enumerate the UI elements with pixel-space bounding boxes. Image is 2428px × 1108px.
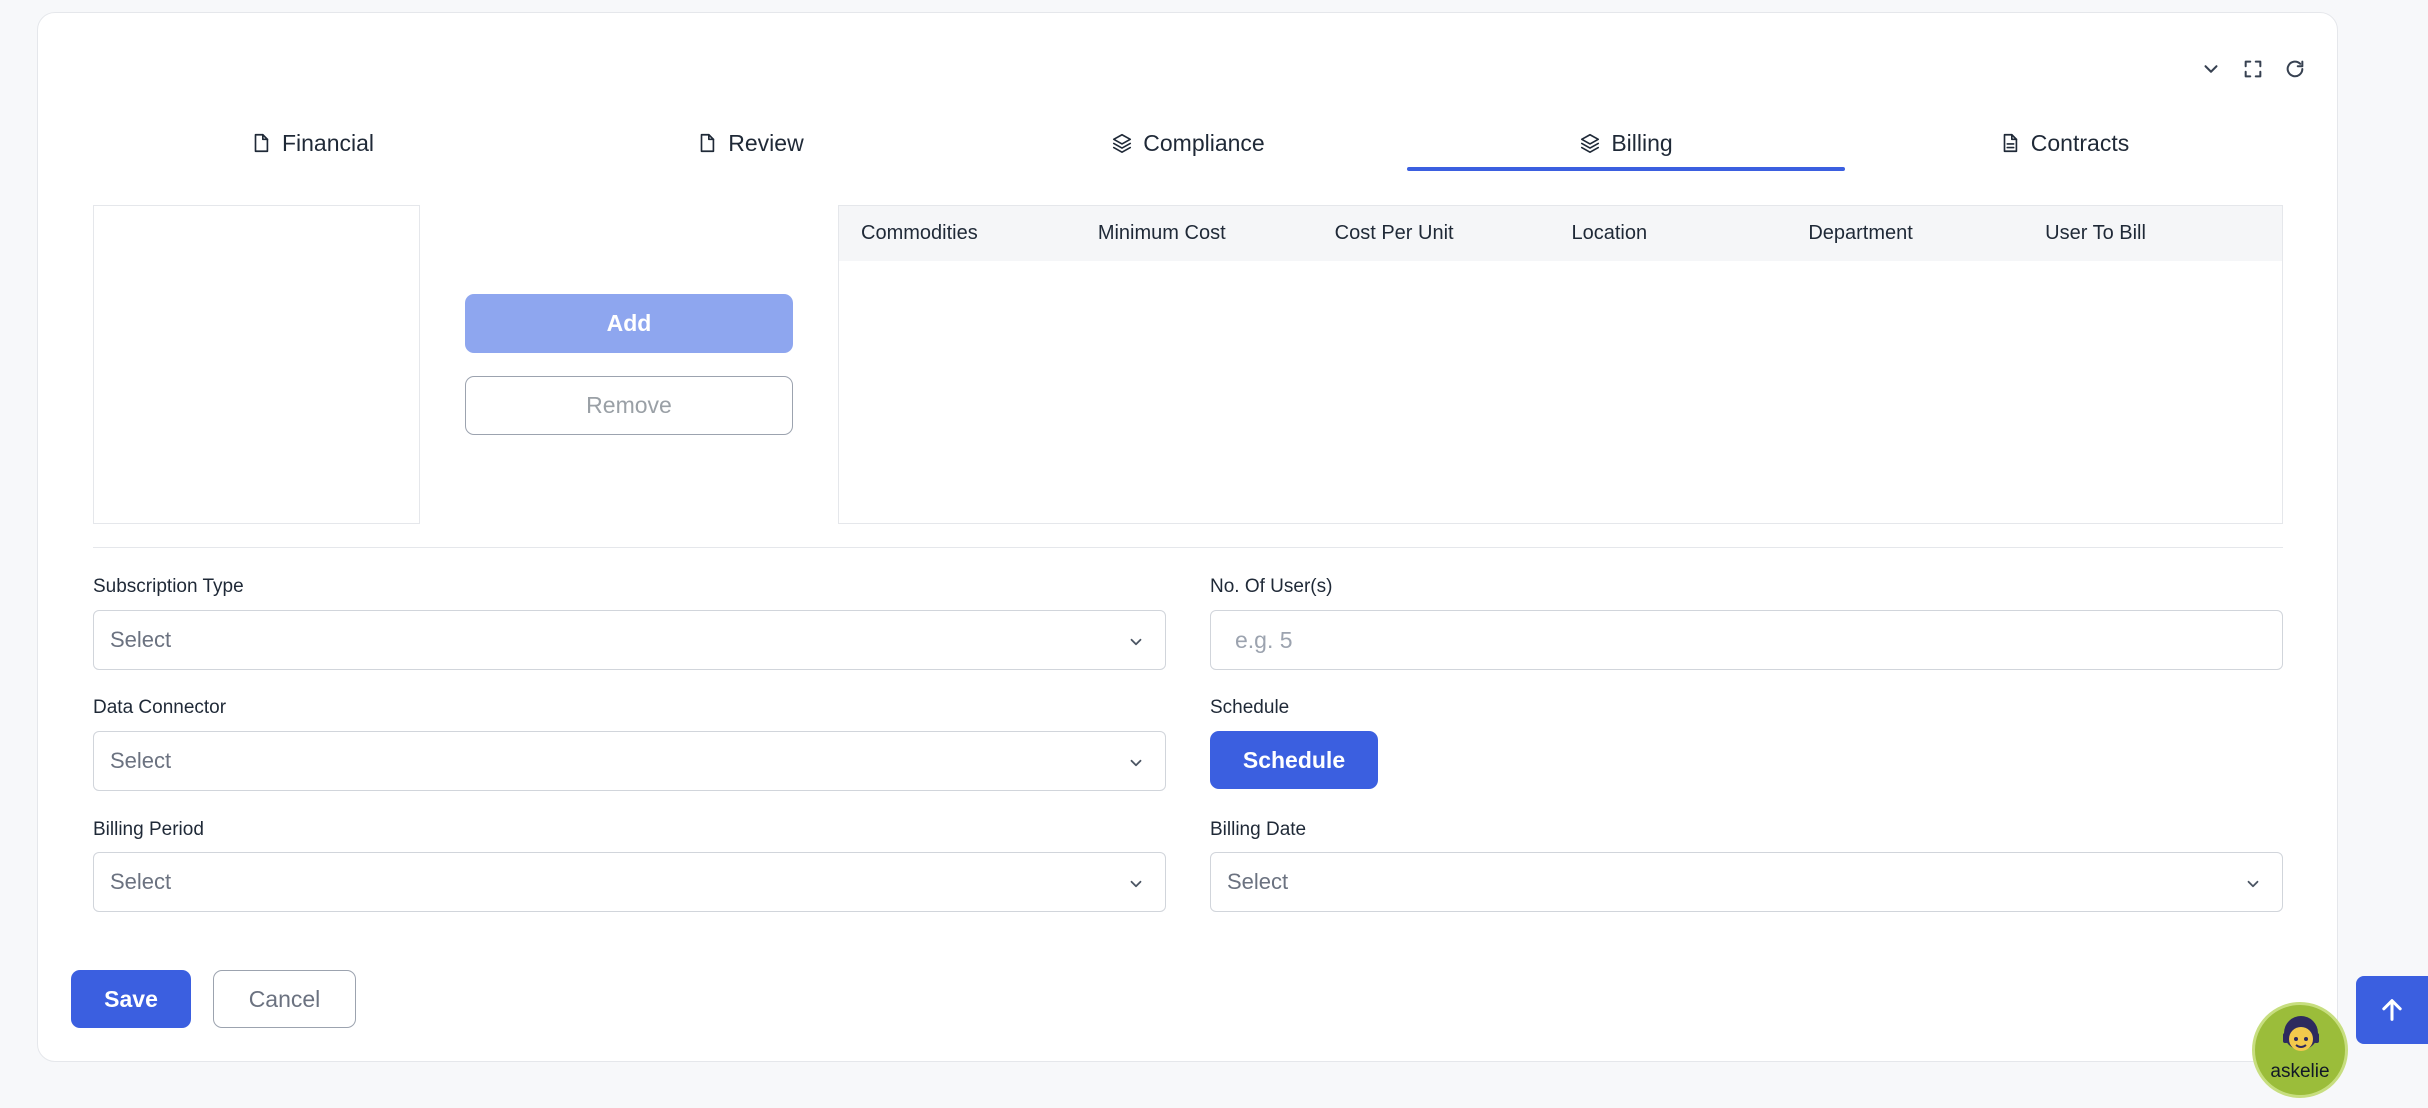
table-header: Commodities Minimum Cost Cost Per Unit L… (839, 206, 2282, 261)
tab-label: Compliance (1143, 129, 1265, 156)
column-header-minimum-cost: Minimum Cost (1097, 222, 1226, 244)
layers-icon (1581, 133, 1600, 153)
billing-date-select[interactable]: Select (1210, 852, 2283, 912)
arrow-up-icon (2382, 999, 2402, 1021)
tab-label: Review (728, 129, 804, 156)
chevron-down-icon (2244, 873, 2262, 891)
cancel-button[interactable]: Cancel (213, 970, 356, 1028)
available-items-list[interactable] (93, 205, 420, 524)
add-button[interactable]: Add (465, 294, 793, 353)
billing-period-value: Select (110, 869, 172, 894)
data-connector-label: Data Connector (93, 697, 227, 718)
tab-label: Financial (281, 129, 375, 156)
billing-period-select[interactable]: Select (93, 852, 1166, 912)
file-icon (700, 133, 715, 153)
tab-contracts[interactable]: Contracts (1845, 115, 2283, 171)
billing-date-label: Billing Date (1210, 819, 1307, 840)
section-divider (93, 547, 2283, 548)
subscription-type-label: Subscription Type (93, 576, 244, 597)
column-header-location: Location (1571, 222, 1648, 244)
billing-items-table: Commodities Minimum Cost Cost Per Unit L… (838, 205, 2283, 524)
subscription-type-value: Select (110, 627, 172, 652)
remove-button[interactable]: Remove (465, 376, 793, 435)
column-header-cost-per-unit: Cost Per Unit (1334, 222, 1454, 244)
assistant-chat-button[interactable]: askelie (2252, 1002, 2348, 1098)
document-text-icon (2003, 133, 2018, 153)
chevron-down-icon (1127, 873, 1145, 891)
tab-bar: Financial Review Compliance Billing Cont… (93, 115, 2285, 171)
data-connector-select[interactable]: Select (93, 731, 1166, 791)
tab-label: Billing (1611, 129, 1673, 156)
layers-icon (1113, 133, 1132, 153)
tab-billing[interactable]: Billing (1407, 115, 1845, 171)
billing-date-value: Select (1227, 869, 1289, 894)
column-header-department: Department (1808, 222, 1913, 244)
subscription-type-select[interactable]: Select (93, 610, 1166, 670)
assistant-avatar-icon (2283, 1016, 2319, 1051)
users-count-label: No. Of User(s) (1210, 576, 1333, 597)
assistant-name: askelie (2270, 1061, 2330, 1082)
scroll-to-top-button[interactable] (2356, 976, 2428, 1044)
fullscreen-icon[interactable] (2241, 57, 2265, 81)
users-count-input[interactable] (1233, 625, 2182, 655)
panel-controls (2199, 57, 2307, 81)
tab-financial[interactable]: Financial (93, 115, 531, 171)
data-connector-value: Select (110, 748, 172, 773)
schedule-label: Schedule (1210, 697, 1290, 718)
billing-period-label: Billing Period (93, 819, 204, 840)
tab-compliance[interactable]: Compliance (969, 115, 1407, 171)
column-header-user-to-bill: User To Bill (2045, 222, 2146, 244)
tab-review[interactable]: Review (531, 115, 969, 171)
chevron-down-icon[interactable] (2199, 57, 2223, 81)
save-button[interactable]: Save (71, 970, 191, 1028)
refresh-icon[interactable] (2283, 57, 2307, 81)
users-count-field[interactable] (1210, 610, 2283, 670)
chevron-down-icon (1127, 752, 1145, 770)
file-icon (254, 133, 269, 153)
schedule-button[interactable]: Schedule (1210, 731, 1378, 789)
tab-label: Contracts (2030, 129, 2130, 156)
chevron-down-icon (1127, 631, 1145, 649)
column-header-commodities: Commodities (861, 222, 978, 244)
